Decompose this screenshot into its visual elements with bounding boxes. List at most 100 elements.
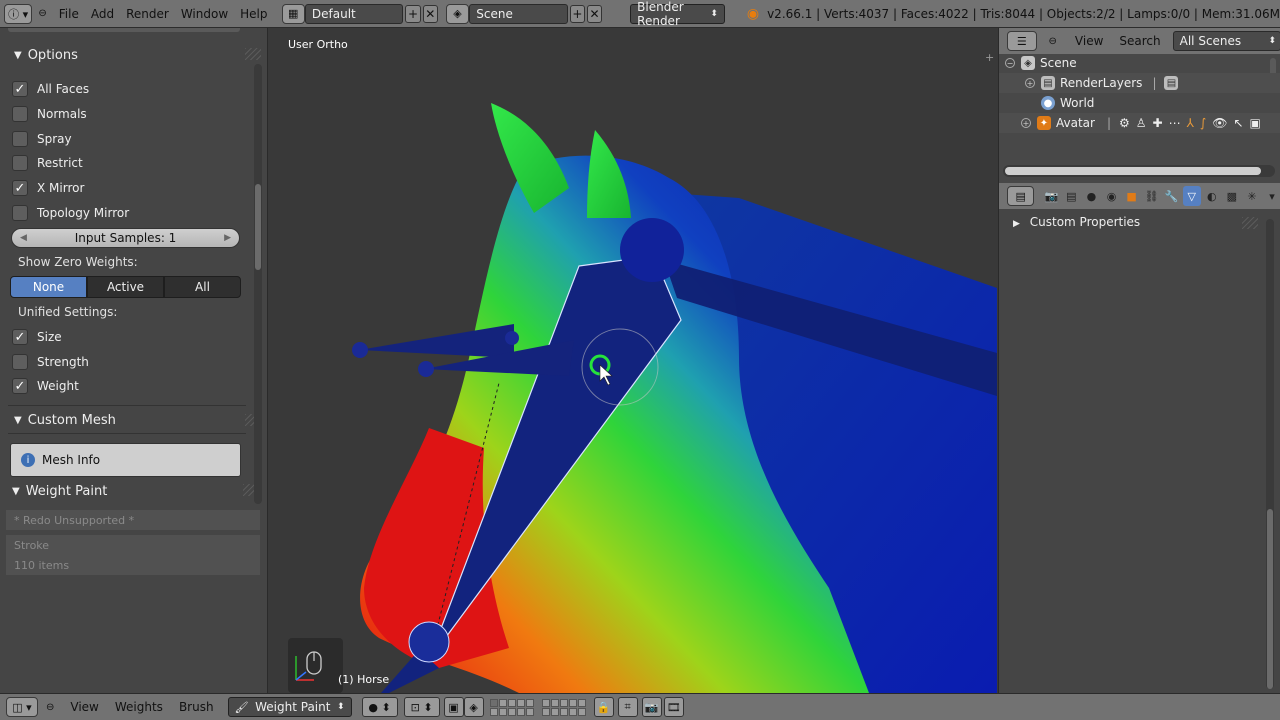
collapse-menus-icon[interactable]: ⊖ (32, 0, 52, 28)
constraint-icon[interactable]: ⋯ (1169, 116, 1181, 130)
expand-icon[interactable]: + (1021, 118, 1031, 128)
menu-window[interactable]: Window (175, 0, 234, 28)
render-tab-icon[interactable]: 📷 (1042, 186, 1060, 206)
checkbox-spray[interactable]: Spray (12, 129, 72, 149)
bone-icon[interactable]: ✚ (1153, 116, 1163, 130)
custom-properties-header[interactable]: ▶ Custom Properties (1013, 215, 1140, 229)
tool-shelf-scrollbar[interactable] (254, 64, 262, 504)
render-layers-tab-icon[interactable]: ▤ (1062, 186, 1080, 206)
unchecked-box-icon (12, 155, 28, 171)
outliner-view-menu[interactable]: View (1075, 34, 1103, 48)
material-tab-icon[interactable]: ◐ (1203, 186, 1221, 206)
render-engine-dropdown[interactable]: Blender Render ⬍ (630, 0, 725, 28)
collapse-menus-icon[interactable]: ⊖ (1049, 36, 1057, 47)
checkbox-size[interactable]: ✓ Size (12, 327, 62, 347)
modifier-icon[interactable]: ⚙ (1119, 116, 1130, 130)
vertex-mask-toggle[interactable]: ◈ (463, 697, 484, 717)
collapse-menus-icon[interactable]: ⊖ (38, 702, 62, 713)
checkbox-normals[interactable]: Normals (12, 104, 87, 124)
bone-2-icon[interactable]: ∫ (1200, 116, 1206, 130)
input-samples-slider[interactable]: ◀ Input Samples: 1 ▶ (11, 228, 240, 248)
custom-mesh-panel-header[interactable]: ▼ Custom Mesh (0, 407, 248, 433)
outliner-search-menu[interactable]: Search (1119, 34, 1160, 48)
modifiers-tab-icon[interactable]: 🔧 (1163, 186, 1181, 206)
constraints-tab-icon[interactable]: ⛓ (1143, 186, 1161, 206)
outliner-item-avatar[interactable]: + ✦ Avatar | ⚙ ♙ ✚ ⋯ ⅄ ∫ 👁 ↖ ▣ (999, 113, 1280, 133)
pose-icon[interactable]: ♙ (1136, 116, 1147, 130)
arrow-left-icon[interactable]: ◀ (20, 233, 27, 243)
scene-icon[interactable]: ◈ (445, 3, 470, 24)
menu-brush[interactable]: Brush (171, 700, 222, 714)
checkbox-weight[interactable]: ✓ Weight (12, 376, 79, 396)
scrollbar-thumb[interactable] (1267, 509, 1273, 689)
snap-icon[interactable]: ⌗ (617, 697, 638, 717)
texture-tab-icon[interactable]: ▩ (1223, 186, 1241, 206)
3d-viewport[interactable]: + User Ortho (1) Horse (269, 28, 997, 693)
lock-layers-icon[interactable]: 🔒 (593, 697, 614, 717)
outliner-item-scene[interactable]: − ◈ Scene (999, 53, 1280, 73)
add-screen-button[interactable]: + (405, 4, 421, 23)
checkbox-label: Normals (37, 107, 87, 121)
checkbox-all-faces[interactable]: ✓ All Faces (12, 79, 89, 99)
render-layer-small-icon[interactable]: ▤ (1164, 76, 1179, 90)
checkbox-strength[interactable]: Strength (12, 352, 89, 372)
pivot-point-dropdown[interactable]: ⊡ ⬍ (403, 697, 440, 717)
render-animation-icon[interactable]: 🎞 (663, 697, 684, 717)
interaction-mode-dropdown[interactable]: 🖌 Weight Paint ⬍ (227, 697, 352, 717)
remove-screen-button[interactable]: ✕ (422, 4, 438, 23)
scrollbar-thumb[interactable] (255, 184, 261, 270)
zero-weights-none[interactable]: None (10, 276, 87, 298)
screen-layout-field[interactable]: Default (304, 3, 404, 24)
renderability-camera-icon[interactable]: ▣ (1250, 116, 1261, 130)
physics-tab-icon[interactable]: ▾ (1263, 186, 1280, 206)
outliner-hscrollbar[interactable] (1003, 165, 1275, 177)
render-opengl-icon[interactable]: 📷 (641, 697, 662, 717)
expand-icon[interactable]: + (1025, 78, 1035, 88)
particles-tab-icon[interactable]: ✳ (1243, 186, 1261, 206)
weight-paint-panel-header[interactable]: ▼ Weight Paint (0, 478, 248, 504)
vertex-group-icon[interactable]: ⅄ (1187, 116, 1194, 130)
selectability-cursor-icon[interactable]: ↖ (1233, 116, 1243, 130)
world-tab-icon[interactable]: ◉ (1102, 186, 1120, 206)
outliner-item-world[interactable]: ● World (999, 93, 1280, 113)
viewport-shading-dropdown[interactable]: ● ⬍ (361, 697, 398, 717)
collapse-icon[interactable]: − (1005, 58, 1015, 68)
menu-view[interactable]: View (62, 700, 106, 714)
scrollbar-thumb[interactable] (1005, 167, 1261, 175)
outliner-editor-icon[interactable]: ☰ (1007, 31, 1037, 51)
visibility-eye-icon[interactable]: 👁 (1212, 116, 1227, 130)
checkbox-x-mirror[interactable]: ✓ X Mirror (12, 178, 84, 198)
face-mask-toggle[interactable]: ▣ (443, 697, 464, 717)
properties-editor-icon[interactable]: ▤ (1007, 186, 1035, 206)
arrow-right-icon[interactable]: ▶ (224, 233, 231, 243)
zero-weights-all[interactable]: All (164, 276, 241, 298)
checkbox-topology-mirror[interactable]: Topology Mirror (12, 203, 129, 223)
menu-add[interactable]: Add (85, 0, 120, 28)
layers-grid-b[interactable] (541, 698, 586, 716)
checkbox-restrict[interactable]: Restrict (12, 153, 83, 173)
active-object-label: (1) Horse (338, 673, 390, 686)
display-mode-dropdown[interactable]: All Scenes ⬍ (1172, 31, 1280, 51)
panel-grip-icon[interactable] (1242, 217, 1258, 229)
outliner-item-renderlayers[interactable]: + ▤ RenderLayers | ▤ (999, 73, 1280, 93)
properties-scrollbar[interactable] (1266, 219, 1274, 689)
screen-layout-icon[interactable]: ▦ (281, 3, 305, 24)
zero-weights-active[interactable]: Active (87, 276, 164, 298)
menu-weights[interactable]: Weights (107, 700, 171, 714)
scene-tab-icon[interactable]: ● (1082, 186, 1100, 206)
menu-render[interactable]: Render (120, 0, 175, 28)
scene-name: Scene (476, 6, 513, 21)
remove-scene-button[interactable]: ✕ (586, 4, 603, 23)
3d-view-editor-icon[interactable]: ◫ ▾ (6, 697, 38, 717)
data-tab-icon[interactable]: ▽ (1182, 186, 1201, 206)
editor-type-button[interactable]: ⓘ ▾ (4, 3, 33, 24)
menu-file[interactable]: File (53, 0, 85, 28)
panel-grip-icon[interactable] (245, 48, 261, 60)
options-panel-header[interactable]: ▼ Options (0, 42, 248, 68)
object-tab-icon[interactable]: ■ (1123, 186, 1141, 206)
add-scene-button[interactable]: + (569, 4, 585, 23)
menu-help[interactable]: Help (234, 0, 273, 28)
scene-field[interactable]: Scene (469, 3, 568, 24)
mesh-info-button[interactable]: i Mesh Info (10, 443, 241, 477)
layers-grid-a[interactable] (489, 698, 534, 716)
